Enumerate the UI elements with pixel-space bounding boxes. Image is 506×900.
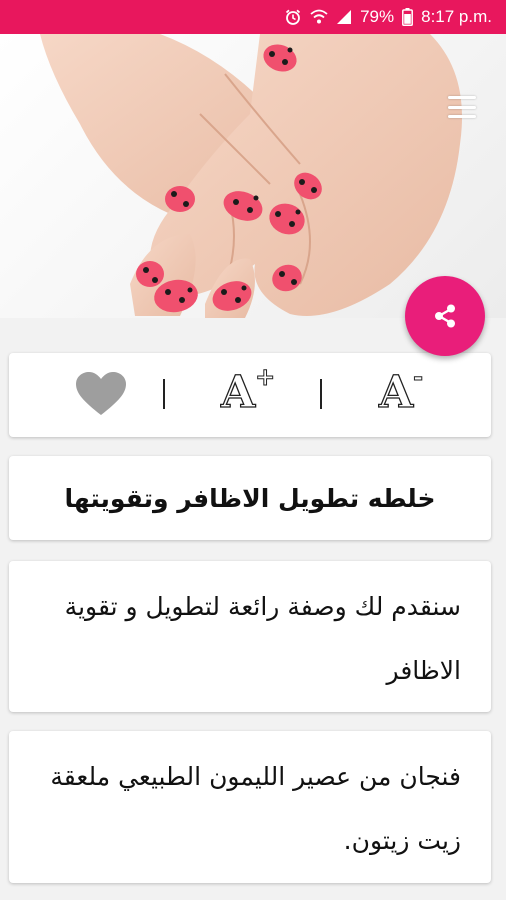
signal-icon: [336, 9, 352, 25]
paragraph-card: سنقدم لك وصفة رائعة لتطويل و تقوية الاظا…: [9, 561, 491, 712]
status-bar: 79% 8:17 p.m.: [0, 0, 506, 34]
share-button[interactable]: [405, 276, 485, 356]
hero-image: [0, 34, 506, 318]
heart-icon: [76, 372, 126, 415]
decrease-font-icon: A: [378, 366, 414, 418]
paragraph-text: سنقدم لك وصفة رائعة لتطويل و تقوية الاظا…: [64, 592, 461, 685]
share-icon: [435, 304, 455, 328]
article-toolbar: A+ A-: [9, 353, 491, 437]
toolbar-divider: [320, 379, 322, 409]
wifi-icon: [310, 9, 328, 25]
favorite-button[interactable]: [75, 371, 127, 421]
decrease-font-button[interactable]: A-: [378, 362, 423, 419]
paragraph-text: فنجان من عصير الليمون الطبيعي ملعقة زيت …: [50, 762, 461, 855]
menu-icon[interactable]: [448, 96, 476, 118]
minus-mark: -: [413, 362, 424, 392]
title-card: خلطه تطويل الاظافر وتقويتها: [9, 456, 491, 540]
battery-icon: [402, 8, 414, 26]
toolbar-divider: [163, 379, 165, 409]
alarm-icon: [284, 8, 302, 26]
status-time: 8:17 p.m.: [421, 7, 492, 26]
article-title: خلطه تطويل الاظافر وتقويتها: [64, 483, 436, 513]
manicured-hands-illustration: [40, 34, 463, 318]
plus-mark: +: [255, 362, 276, 392]
increase-font-icon: A: [220, 366, 256, 418]
increase-font-button[interactable]: A+: [220, 362, 275, 419]
paragraph-card: فنجان من عصير الليمون الطبيعي ملعقة زيت …: [9, 731, 491, 883]
battery-percent: 79%: [360, 7, 395, 26]
